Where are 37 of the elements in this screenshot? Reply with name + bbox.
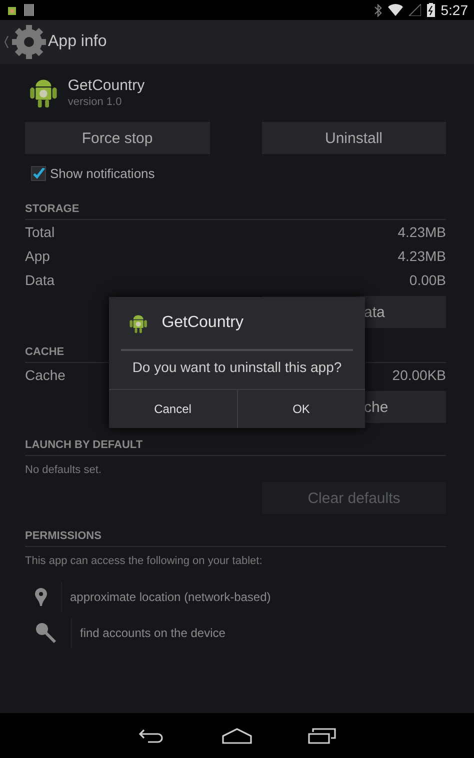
storage-value: 4.23MB — [398, 224, 446, 240]
section-header: STORAGE — [25, 203, 446, 220]
storage-label: Data — [25, 272, 55, 288]
permission-label: approximate location (network-based) — [61, 582, 271, 612]
storage-value: 0.00B — [409, 272, 446, 288]
permissions-intro: This app can access the following on your tablet: — [25, 555, 264, 567]
location-pin-icon — [35, 588, 47, 606]
home-icon[interactable] — [222, 728, 252, 744]
signal-icon — [408, 4, 421, 16]
app-icon — [129, 312, 148, 334]
clock: 5:27 — [440, 2, 468, 18]
app-version: version 1.0 — [68, 96, 123, 108]
storage-label: App — [25, 248, 50, 264]
screen-title: App info — [48, 33, 107, 51]
storage-value: 20.00KB — [392, 367, 446, 383]
dialog-title: GetCountry — [162, 314, 244, 332]
dialog-button[interactable]: Cancel — [109, 390, 236, 428]
wifi-icon — [388, 4, 403, 16]
app-name: GetCountry — [68, 76, 145, 94]
action-button[interactable]: Uninstall — [262, 122, 446, 154]
back-gear-icon[interactable] — [2, 23, 46, 61]
key-icon — [35, 622, 57, 644]
checkbox[interactable] — [31, 166, 46, 181]
storage-label: Cache — [25, 367, 66, 383]
section-header: PERMISSIONS — [25, 530, 446, 547]
defaults-text: No defaults set. — [25, 464, 102, 476]
storage-label: Total — [25, 224, 55, 240]
recent-apps-icon[interactable] — [308, 728, 336, 744]
dialog-button[interactable]: OK — [236, 390, 365, 428]
storage-value: 4.23MB — [398, 248, 446, 264]
checkbox-label: Show notifications — [50, 166, 155, 181]
barcode-icon — [24, 4, 34, 16]
section-header: LAUNCH BY DEFAULT — [25, 439, 446, 456]
bluetooth-icon — [374, 4, 382, 16]
permission-label: find accounts on the device — [71, 618, 226, 648]
battery-icon — [426, 3, 435, 17]
action-button[interactable]: Force stop — [25, 122, 210, 154]
